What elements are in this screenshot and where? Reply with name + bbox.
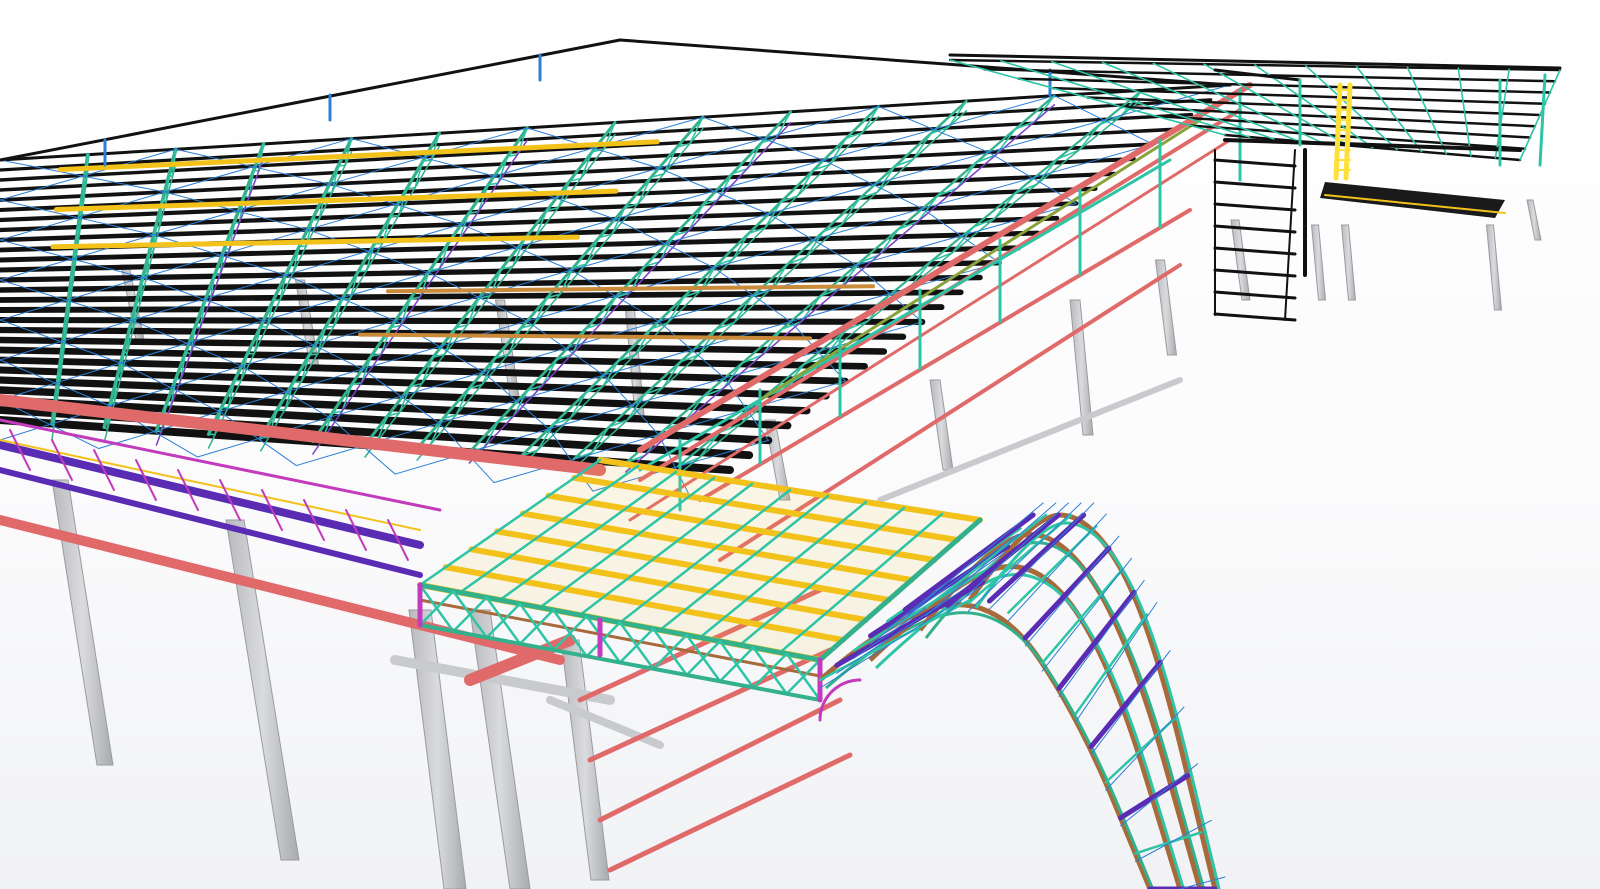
annex-structure [948, 53, 1562, 322]
column [1230, 219, 1251, 301]
3d-model-viewport[interactable] [0, 0, 1600, 889]
bridge-web [718, 646, 755, 683]
tie-beam [877, 377, 1183, 503]
tie-beam [546, 696, 664, 749]
column [1340, 224, 1357, 301]
stair-rung [1213, 158, 1297, 168]
column [51, 479, 114, 766]
stair-side [1284, 149, 1296, 321]
stair-rung [1213, 202, 1297, 212]
wall-girt [758, 118, 1202, 402]
bridge-web [618, 627, 655, 664]
annex-post [1538, 73, 1547, 167]
stair-rung [1213, 246, 1297, 256]
red-pipe [597, 697, 843, 823]
red-pipe [607, 752, 853, 873]
column [225, 519, 300, 861]
steel-structure-render [0, 38, 1562, 889]
annex-deck [1320, 182, 1505, 218]
orange-beam [386, 284, 875, 294]
column [1310, 224, 1327, 301]
column [408, 609, 467, 889]
column [1526, 199, 1542, 241]
column [1485, 224, 1503, 311]
arch-rail [918, 532, 1203, 889]
arch-cross [1022, 545, 1112, 641]
stair-rung [1213, 268, 1297, 278]
bridge-web [518, 608, 555, 645]
stair-rung [1213, 224, 1297, 234]
stair-rung [1213, 290, 1297, 300]
bridge-web [418, 590, 455, 627]
column [560, 639, 610, 881]
stair-rung [1213, 180, 1297, 190]
yellow-ladder [1333, 82, 1343, 181]
yellow-ladder [1343, 82, 1353, 181]
bridge-web [585, 621, 622, 658]
stair-rung [1213, 312, 1297, 322]
